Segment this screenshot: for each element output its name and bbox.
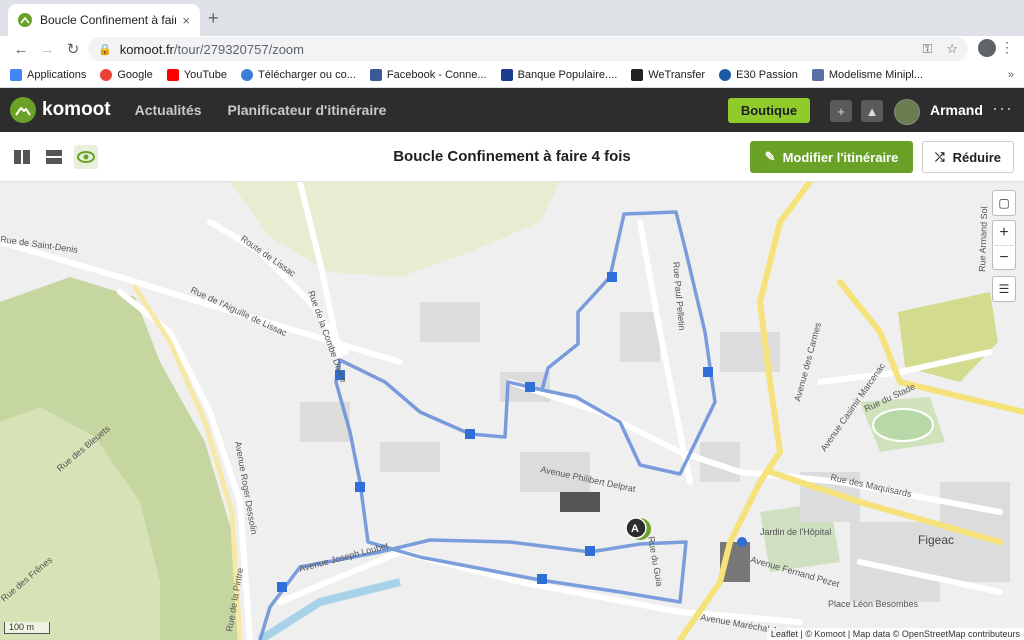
- map-attribution: Leaflet | © Komoot | Map data © OpenStre…: [766, 628, 1024, 640]
- bank-icon: [500, 68, 513, 81]
- browser-menu-icon[interactable]: ⋮: [1000, 39, 1014, 56]
- pencil-icon: ✎: [764, 149, 776, 164]
- browser-toolbar: ← → ↻ 🔒 komoot.fr/tour/279320757/zoom ⚿ …: [0, 36, 1024, 62]
- svg-text:Place Léon Besombes: Place Léon Besombes: [828, 599, 919, 609]
- map-canvas[interactable]: Rue de la Combe Dorée Route de Lissac Ru…: [0, 182, 1024, 640]
- google-icon: [100, 68, 113, 81]
- svg-text:Rue Paul Pelletin: Rue Paul Pelletin: [671, 261, 687, 331]
- bookmarks-bar: Applications Google YouTube Télécharger …: [0, 62, 1024, 88]
- svg-text:Avenue Joseph Loubet: Avenue Joseph Loubet: [298, 540, 390, 574]
- globe-icon: [241, 68, 254, 81]
- url-host: komoot.fr: [119, 41, 174, 57]
- bookmark-telecharger[interactable]: Télécharger ou co...: [241, 68, 356, 81]
- profile-icon[interactable]: [978, 39, 996, 57]
- komoot-header: komoot Actualités Planificateur d'itinér…: [0, 88, 1024, 132]
- add-icon[interactable]: +: [830, 100, 852, 122]
- browser-tab[interactable]: Boucle Confinement à faire 4 f ×: [8, 4, 200, 36]
- bookmark-wetransfer[interactable]: WeTransfer: [631, 68, 705, 81]
- url-path: /tour/279320757/zoom: [173, 41, 304, 57]
- nav-actualites[interactable]: Actualités: [135, 102, 202, 118]
- zoom-out-button[interactable]: −: [992, 245, 1016, 269]
- reload-icon[interactable]: ↻: [60, 40, 86, 58]
- split-view-icon[interactable]: [10, 145, 34, 169]
- wetransfer-icon: [631, 68, 644, 81]
- avatar[interactable]: [894, 99, 920, 125]
- more-options-icon[interactable]: ···: [992, 98, 1013, 119]
- komoot-logo[interactable]: komoot: [10, 97, 111, 123]
- new-tab-button[interactable]: +: [208, 8, 219, 29]
- bookmark-applications[interactable]: Applications: [10, 68, 86, 81]
- modelisme-icon: [811, 68, 824, 81]
- fullscreen-icon[interactable]: ▢: [992, 191, 1016, 215]
- reduce-button[interactable]: ⤮ Réduire: [922, 141, 1014, 173]
- nav-planificateur[interactable]: Planificateur d'itinéraire: [228, 102, 387, 118]
- map-view[interactable]: Rue de la Combe Dorée Route de Lissac Ru…: [0, 182, 1024, 640]
- tab-title: Boucle Confinement à faire 4 f: [40, 13, 177, 27]
- svg-text:Avenue des Carmes: Avenue des Carmes: [792, 321, 823, 403]
- tour-toolbar: Boucle Confinement à faire 4 fois ✎ Modi…: [0, 132, 1024, 182]
- bookmark-facebook[interactable]: Facebook - Conne...: [369, 68, 487, 81]
- bookmarks-more-icon[interactable]: »: [1008, 69, 1014, 81]
- svg-text:A: A: [631, 523, 639, 535]
- start-marker[interactable]: A: [625, 517, 651, 540]
- stacked-view-icon[interactable]: [42, 145, 66, 169]
- youtube-icon: [166, 68, 179, 81]
- tab-close-icon[interactable]: ×: [182, 13, 190, 28]
- svg-text:Rue Armand Sol: Rue Armand Sol: [977, 206, 989, 272]
- edit-route-button[interactable]: ✎ Modifier l'itinéraire: [750, 141, 913, 173]
- url-bar[interactable]: 🔒 komoot.fr/tour/279320757/zoom ⚿ ☆: [88, 37, 968, 61]
- boutique-button[interactable]: Boutique: [728, 98, 810, 123]
- bookmark-youtube[interactable]: YouTube: [166, 68, 227, 81]
- bookmark-e30-passion[interactable]: E30 Passion: [719, 68, 798, 81]
- fullscreen-control[interactable]: ▢: [992, 190, 1016, 216]
- map-only-view-icon[interactable]: [74, 145, 98, 169]
- star-icon[interactable]: ☆: [946, 41, 958, 57]
- facebook-icon: [369, 68, 382, 81]
- back-arrow-icon[interactable]: ←: [8, 41, 34, 58]
- komoot-favicon-icon: [18, 13, 32, 27]
- svg-text:Figeac: Figeac: [918, 533, 954, 547]
- bookmark-google[interactable]: Google: [100, 68, 153, 81]
- zoom-in-button[interactable]: +: [992, 221, 1016, 245]
- bmw-icon: [719, 68, 732, 81]
- key-icon[interactable]: ⚿: [922, 41, 932, 57]
- apps-grid-icon: [10, 68, 22, 81]
- map-scale: 100 m: [4, 622, 50, 634]
- layers-icon[interactable]: ☰: [992, 277, 1016, 301]
- layers-control[interactable]: ☰: [992, 276, 1016, 302]
- svg-text:Rue de l'Aiguille de Lissac: Rue de l'Aiguille de Lissac: [189, 285, 289, 339]
- stadium-track: [872, 408, 934, 442]
- collapse-icon: ⤮: [934, 149, 945, 164]
- browser-tab-bar: Boucle Confinement à faire 4 f × +: [0, 0, 1024, 36]
- bookmark-modelisme[interactable]: Modelisme Minipl...: [811, 68, 923, 81]
- komoot-mountain-icon: [10, 97, 36, 123]
- forward-arrow-icon[interactable]: →: [34, 41, 60, 58]
- user-name[interactable]: Armand: [930, 102, 983, 118]
- svg-text:Jardin de l'Hôpital: Jardin de l'Hôpital: [760, 527, 831, 537]
- bell-icon[interactable]: ▲: [861, 100, 883, 122]
- bookmark-banque-populaire[interactable]: Banque Populaire....: [500, 68, 617, 81]
- zoom-control[interactable]: + −: [992, 220, 1016, 270]
- lock-icon: 🔒: [98, 43, 112, 56]
